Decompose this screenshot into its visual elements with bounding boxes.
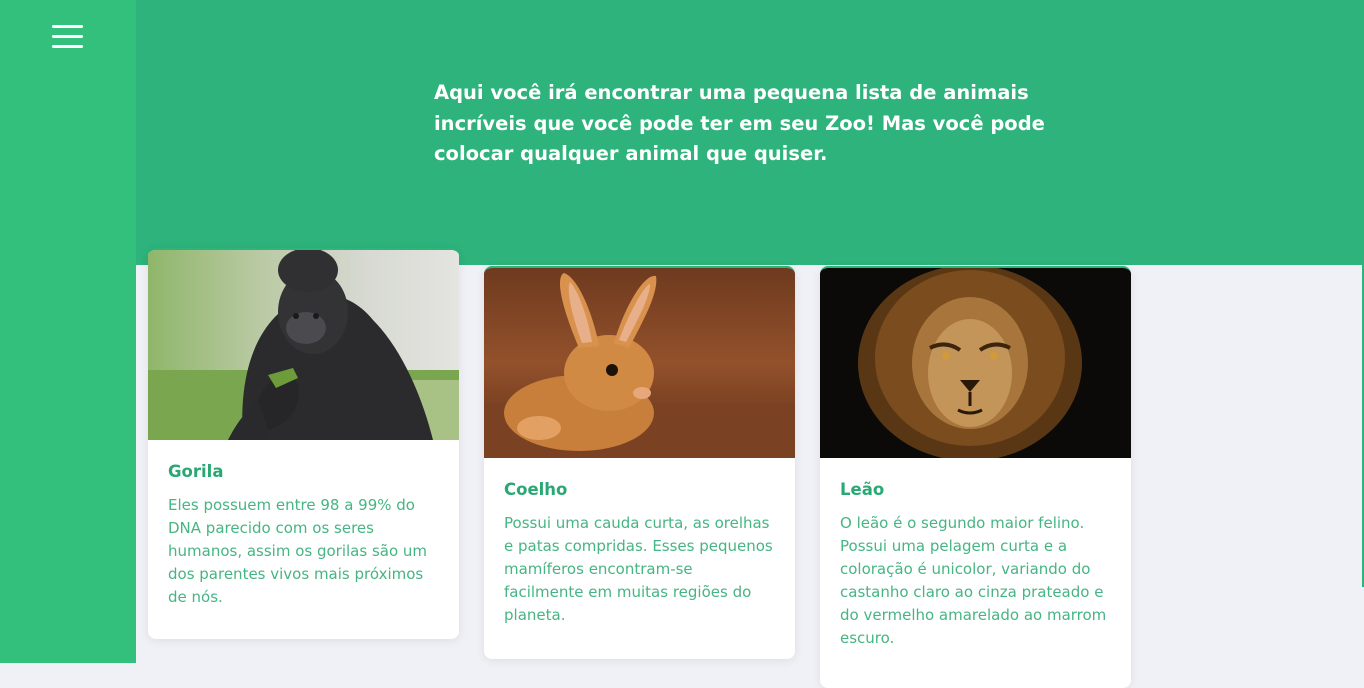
card-title: Gorila xyxy=(168,462,224,481)
animal-card-coelho[interactable]: Coelho Possui uma cauda curta, as orelha… xyxy=(484,266,795,659)
card-title: Coelho xyxy=(504,480,568,499)
animal-card-gorila[interactable]: Gorila Eles possuem entre 98 a 99% do DN… xyxy=(148,248,459,639)
card-title: Leão xyxy=(840,480,885,499)
hamburger-menu-icon[interactable] xyxy=(52,24,84,50)
card-description: O leão é o segundo maior felino. Possui … xyxy=(840,514,1107,647)
gorilla-image xyxy=(148,250,459,440)
lion-image xyxy=(820,268,1131,458)
card-description: Eles possuem entre 98 a 99% do DNA parec… xyxy=(168,496,428,606)
sidebar xyxy=(0,0,136,663)
hero-text: Aqui você irá encontrar uma pequena list… xyxy=(434,81,1045,165)
hero-banner: Aqui você irá encontrar uma pequena list… xyxy=(136,0,1362,265)
card-description: Possui uma cauda curta, as orelhas e pat… xyxy=(504,514,773,624)
animal-card-leao[interactable]: Leão O leão é o segundo maior felino. Po… xyxy=(820,266,1131,688)
rabbit-image xyxy=(484,268,795,458)
